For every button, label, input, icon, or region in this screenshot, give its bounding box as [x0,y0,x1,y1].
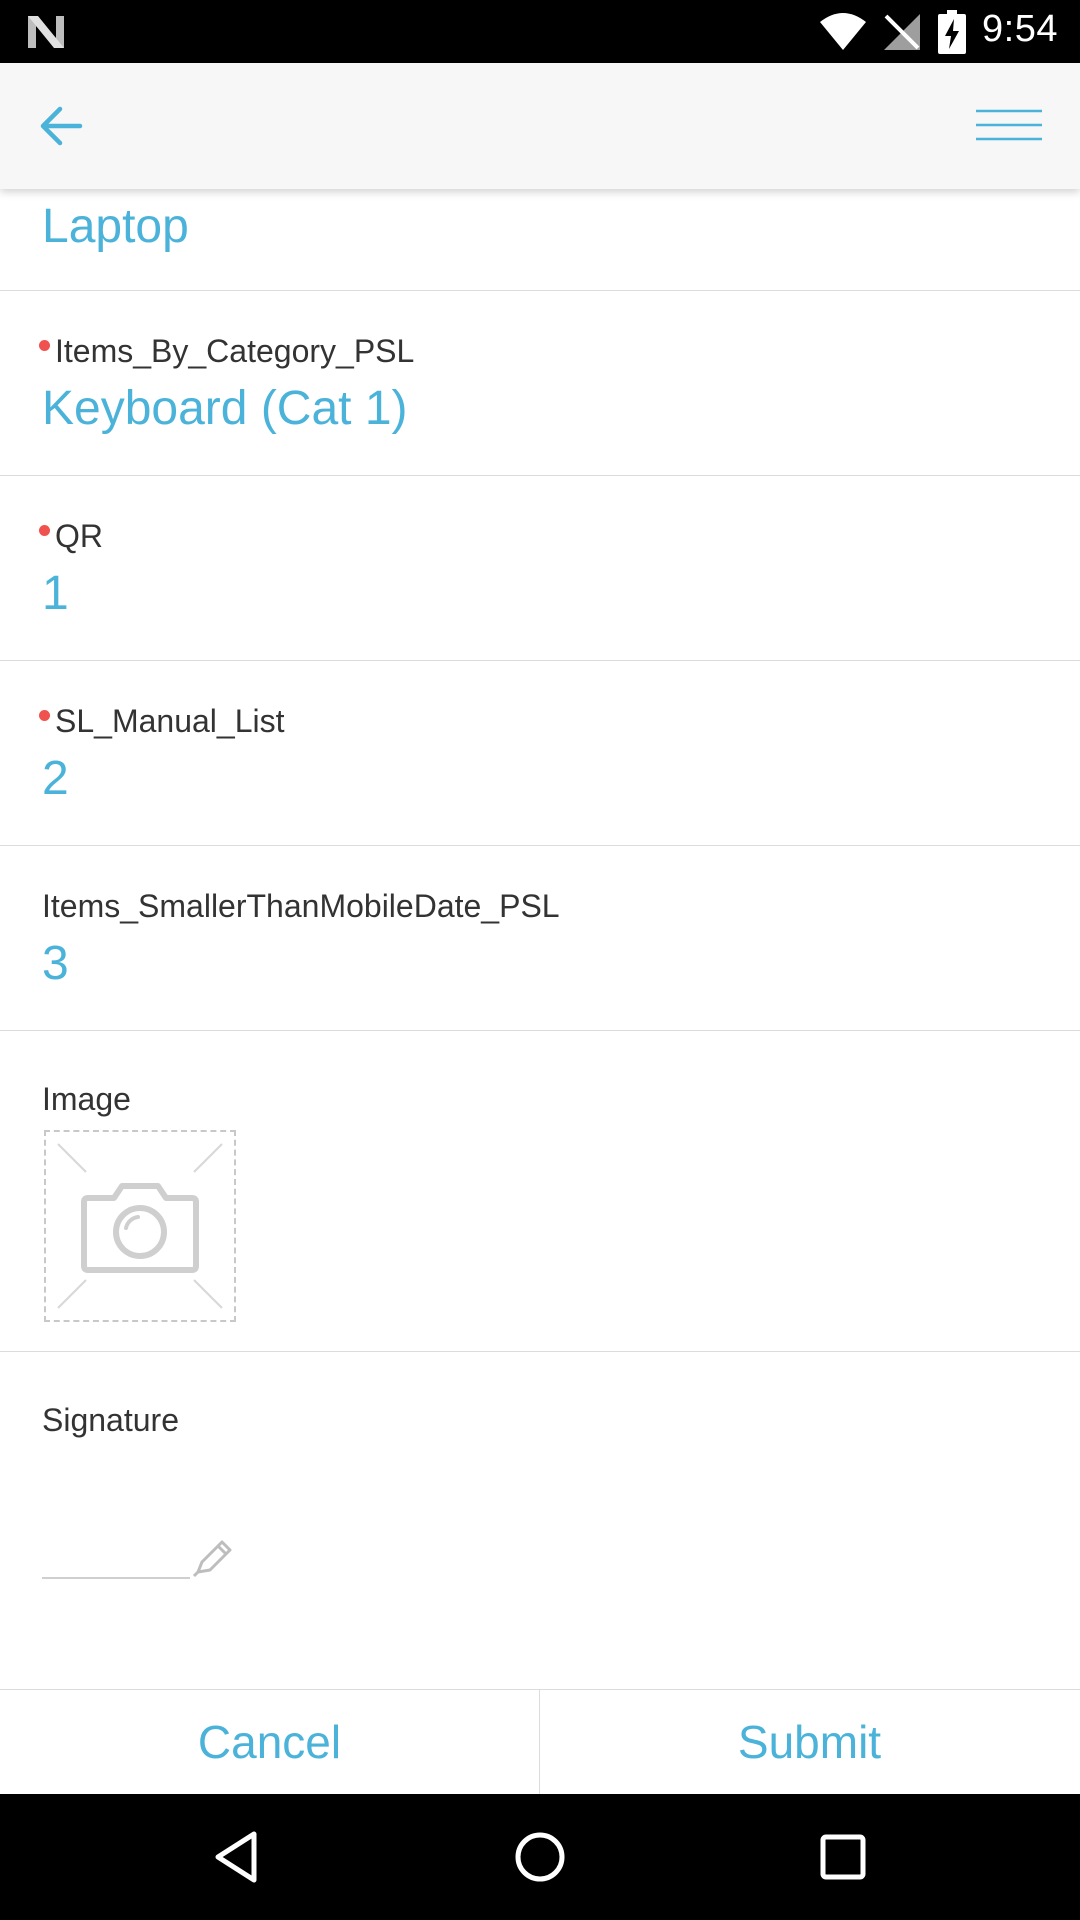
field-value: 1 [42,567,69,620]
field-label-text: SL_Manual_List [55,703,285,739]
toolbar [0,63,1080,189]
field-label: SL_Manual_List [39,703,285,740]
form-content: Laptop Items_By_Category_PSL Keyboard (C… [0,189,1080,1689]
form-field-items-by-category[interactable]: Items_By_Category_PSL Keyboard (Cat 1) [0,291,1080,476]
no-signal-icon [884,14,920,50]
field-value: 3 [42,937,69,990]
form-field-qr[interactable]: QR 1 [0,476,1080,661]
field-label-text: Items_By_Category_PSL [55,333,415,369]
field-value: Laptop [42,200,189,253]
field-value: Keyboard (Cat 1) [42,382,408,435]
form-field-items-smaller-than-mobile-date[interactable]: Items_SmallerThanMobileDate_PSL 3 [0,846,1080,1031]
required-indicator [39,340,50,351]
field-label: Items_By_Category_PSL [39,333,415,370]
field-label-text: QR [55,518,103,554]
status-clock: 9:54 [982,8,1058,50]
form-field-signature: Signature [0,1352,1080,1688]
notification-n-icon [28,16,64,48]
field-label: QR [39,518,103,555]
battery-charging-icon [938,10,966,54]
recents-square-icon[interactable] [810,1824,876,1890]
image-upload-placeholder[interactable] [44,1130,236,1322]
status-bar: 9:54 [0,0,1080,63]
image-label: Image [42,1081,131,1117]
required-indicator [39,525,50,536]
wifi-icon [820,13,866,50]
signature-input[interactable] [42,1530,242,1590]
home-circle-icon[interactable] [507,1824,573,1890]
pencil-icon [42,1540,232,1579]
navigation-bar [0,1794,1080,1920]
action-bar: Cancel Submit [0,1689,1080,1795]
form-field-sl-manual-list[interactable]: SL_Manual_List 2 [0,661,1080,846]
back-arrow-icon[interactable] [30,93,96,159]
form-field-laptop[interactable]: Laptop [0,189,1080,291]
hamburger-menu-icon[interactable] [966,95,1042,157]
signature-label: Signature [42,1402,179,1438]
cancel-button[interactable]: Cancel [0,1690,539,1795]
field-label: Items_SmallerThanMobileDate_PSL [42,888,560,924]
back-triangle-icon[interactable] [204,1824,270,1890]
camera-icon [57,1143,223,1309]
required-indicator [39,710,50,721]
field-value: 2 [42,752,69,805]
submit-button[interactable]: Submit [540,1690,1079,1795]
